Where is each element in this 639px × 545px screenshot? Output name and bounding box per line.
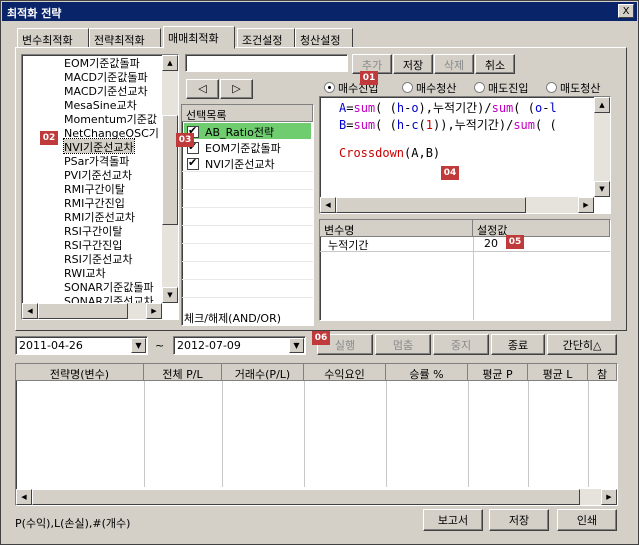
- list-hscroll[interactable]: ◀ ▶: [22, 303, 162, 319]
- variable-grid[interactable]: 변수명 설정값 누적기간 20: [319, 219, 611, 321]
- code-line-3: Crossdown(A,B): [339, 146, 441, 160]
- print-button[interactable]: 인쇄: [557, 509, 617, 531]
- indicator-list[interactable]: EOM기준값돌파 MACD기준값돌파 MACD기준선교차 MesaSine교차 …: [21, 54, 179, 320]
- list-item[interactable]: RWI교차: [64, 265, 106, 280]
- search-input[interactable]: [185, 54, 348, 72]
- list-item-selected[interactable]: NVI기준선교차: [63, 138, 135, 154]
- selection-item[interactable]: EOM기준값돌파: [184, 139, 311, 155]
- list-item[interactable]: RMI구간진입: [64, 195, 125, 210]
- results-col: 평균 L: [528, 364, 588, 381]
- scroll-left-icon[interactable]: ◀: [320, 197, 336, 213]
- scroll-down-icon[interactable]: ▼: [594, 181, 610, 197]
- selection-header: 선택목록: [182, 105, 313, 122]
- tab-exit[interactable]: 청산설정: [295, 28, 353, 48]
- report-button[interactable]: 보고서: [423, 509, 483, 531]
- list-item[interactable]: RMI구간이탈: [64, 181, 125, 196]
- tab-strategy-opt[interactable]: 전략최적화: [89, 28, 161, 48]
- hscroll-thumb[interactable]: [336, 197, 526, 213]
- title-bar: 최적화 전략 X: [2, 2, 637, 21]
- collapse-button[interactable]: 간단히△: [547, 334, 617, 355]
- editor-hscroll[interactable]: ◀ ▶: [320, 197, 594, 213]
- scroll-left-icon[interactable]: ◀: [22, 303, 38, 319]
- nav-left-button[interactable]: ◁: [186, 79, 219, 99]
- list-item[interactable]: RMI기준선교차: [64, 209, 135, 224]
- results-col: 거래수(P/L): [222, 364, 304, 381]
- stop-button[interactable]: 중지: [433, 334, 489, 355]
- annotation-badge: 04: [441, 166, 459, 180]
- list-item[interactable]: Momentum기준값: [64, 111, 157, 126]
- tab-condition[interactable]: 조건설정: [237, 28, 295, 48]
- annotation-badge: 06: [312, 331, 330, 345]
- scroll-right-icon[interactable]: ▶: [601, 489, 617, 505]
- cancel-button[interactable]: 취소: [475, 54, 515, 74]
- code-line-1: A=sum( (h-o),누적기간)/sum( (o-l: [339, 101, 557, 115]
- results-col: 평균 P: [468, 364, 528, 381]
- checkbox-icon[interactable]: [187, 156, 199, 170]
- var-value-cell[interactable]: 20: [484, 237, 498, 250]
- close-button[interactable]: 종료: [491, 334, 545, 355]
- list-item[interactable]: PVI기준선교차: [64, 167, 132, 182]
- hscroll-thumb[interactable]: [38, 303, 128, 319]
- results-col: 전략명(변수): [16, 364, 144, 381]
- list-item[interactable]: EOM기준값돌파: [64, 55, 140, 70]
- tab-trade-opt[interactable]: 매매최적화: [163, 26, 235, 49]
- selection-list[interactable]: 선택목록 AB_Ratio전략 EOM기준값돌파 NVI기준선교차: [181, 104, 314, 326]
- window-title: 최적화 전략: [7, 7, 62, 20]
- list-item[interactable]: SONAR기준값돌파: [64, 279, 154, 294]
- annotation-badge: 01: [360, 71, 378, 85]
- list-item[interactable]: RSI구간이탈: [64, 223, 122, 238]
- scroll-up-icon[interactable]: ▲: [162, 55, 178, 71]
- results-col: 전체 P/L: [144, 364, 222, 381]
- radio-sell-exit[interactable]: 매도청산: [546, 80, 600, 96]
- editor-vscroll[interactable]: ▲ ▼: [594, 97, 610, 197]
- selection-item[interactable]: NVI기준선교차: [184, 155, 311, 171]
- results-hscroll[interactable]: ◀ ▶: [16, 489, 617, 505]
- annotation-badge: 03: [176, 133, 194, 147]
- var-col-name: 변수명: [320, 220, 473, 237]
- list-item[interactable]: PSar가격돌파: [64, 153, 129, 168]
- selection-footer[interactable]: 체크/해제(AND/OR): [184, 310, 281, 326]
- list-vscroll[interactable]: ▲ ▼: [162, 55, 178, 303]
- list-item[interactable]: MACD기준값돌파: [64, 69, 148, 84]
- radio-buy-exit[interactable]: 매수청산: [402, 80, 456, 96]
- list-item[interactable]: MesaSine교차: [64, 97, 137, 112]
- code-line-2: B=sum( (h-c(1)),누적기간)/sum( (: [339, 118, 557, 132]
- scroll-down-icon[interactable]: ▼: [162, 287, 178, 303]
- tab-variable-opt[interactable]: 변수최적화: [17, 28, 89, 48]
- results-col: 수익요인: [304, 364, 386, 381]
- scroll-up-icon[interactable]: ▲: [594, 97, 610, 113]
- delete-button[interactable]: 삭제: [434, 54, 474, 74]
- date-separator: ~: [155, 339, 165, 352]
- var-col-value: 설정값: [473, 220, 610, 237]
- nav-right-button[interactable]: ▷: [220, 79, 253, 99]
- list-item[interactable]: NetChangeOSC기: [64, 125, 159, 140]
- annotation-badge: 05: [506, 235, 524, 249]
- list-item[interactable]: RSI기준선교차: [64, 251, 132, 266]
- scroll-thumb[interactable]: [162, 115, 178, 225]
- scroll-right-icon[interactable]: ▶: [578, 197, 594, 213]
- date-to-field[interactable]: 2012-07-09 ▼: [173, 336, 306, 355]
- date-from-field[interactable]: 2011-04-26 ▼: [15, 336, 148, 355]
- save-bottom-button[interactable]: 저장: [489, 509, 549, 531]
- close-icon[interactable]: X: [618, 4, 634, 18]
- annotation-badge: 02: [40, 131, 58, 145]
- selection-item[interactable]: AB_Ratio전략: [184, 123, 311, 139]
- main-window: 최적화 전략 X 변수최적화 전략최적화 매매최적화 조건설정 청산설정 EOM…: [0, 0, 639, 545]
- legend-text: P(수익),L(손실),#(개수): [15, 517, 131, 530]
- chevron-down-icon[interactable]: ▼: [289, 338, 304, 353]
- save-top-button[interactable]: 저장: [393, 54, 433, 74]
- scroll-right-icon[interactable]: ▶: [146, 303, 162, 319]
- results-col: 승률 %: [386, 364, 468, 381]
- list-item[interactable]: RSI구간진입: [64, 237, 122, 252]
- list-item[interactable]: MACD기준선교차: [64, 83, 148, 98]
- scroll-left-icon[interactable]: ◀: [16, 489, 32, 505]
- results-col: 참: [588, 364, 617, 381]
- pause-button[interactable]: 멈춤: [375, 334, 431, 355]
- results-grid[interactable]: 전략명(변수) 전체 P/L 거래수(P/L) 수익요인 승률 % 평균 P 평…: [15, 363, 618, 506]
- radio-sell-entry[interactable]: 매도진입: [474, 80, 528, 96]
- hscroll-thumb[interactable]: [32, 489, 580, 505]
- chevron-down-icon[interactable]: ▼: [131, 338, 146, 353]
